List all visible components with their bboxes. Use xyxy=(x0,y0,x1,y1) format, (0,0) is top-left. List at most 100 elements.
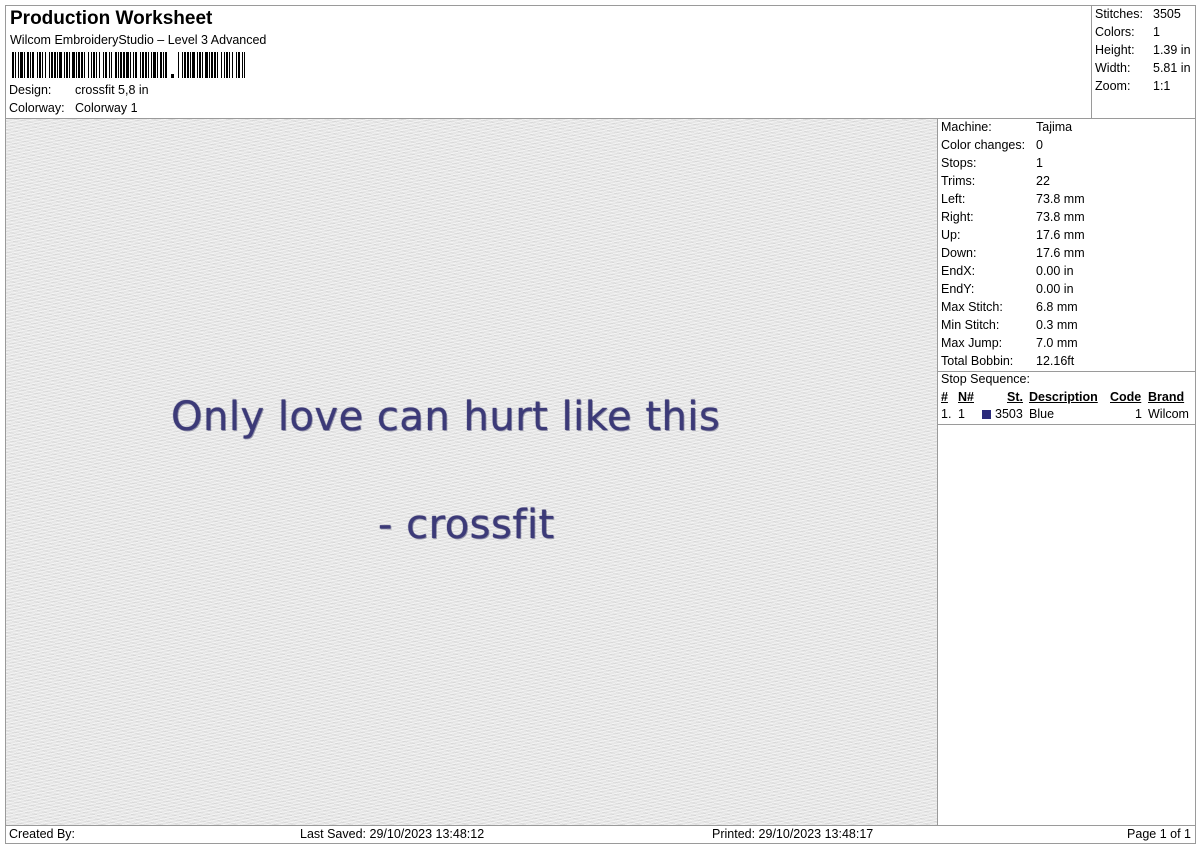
info-value: 0.00 in xyxy=(1036,282,1074,296)
info-label: Left: xyxy=(941,192,966,206)
design-preview-canvas: Only love can hurt like this - crossfit xyxy=(5,118,938,826)
colorway-label: Colorway: xyxy=(9,101,65,115)
barcode-bar xyxy=(76,52,77,78)
info-label: Right: xyxy=(941,210,974,224)
stat-label: Zoom: xyxy=(1095,79,1131,93)
barcode-bar xyxy=(130,52,131,78)
barcode-bar xyxy=(123,52,125,78)
info-row-machine: Machine: Tajima xyxy=(941,120,1072,134)
last-saved: Last Saved: 29/10/2023 13:48:12 xyxy=(300,827,485,841)
stat-value: 1 xyxy=(1153,25,1160,39)
stat-value: 3505 xyxy=(1153,7,1181,21)
design-text-line-1: Only love can hurt like this xyxy=(171,394,721,440)
barcode-bar xyxy=(91,52,92,78)
info-value: 17.6 mm xyxy=(1036,246,1085,260)
barcode-comma xyxy=(171,74,174,78)
column-header-index: # xyxy=(941,390,948,404)
barcode-bar xyxy=(30,52,31,78)
info-row-right: Right: 73.8 mm xyxy=(941,210,1085,224)
info-row-min-stitch: Min Stitch: 0.3 mm xyxy=(941,318,1078,332)
info-label: Min Stitch: xyxy=(941,318,1000,332)
barcode-bar xyxy=(51,52,53,78)
barcode-bar xyxy=(78,52,80,78)
info-value: 1 xyxy=(1036,156,1043,170)
column-header-stitches: St. xyxy=(1007,390,1023,404)
barcode-bar xyxy=(118,52,119,78)
barcode-bar xyxy=(32,52,34,78)
barcode-bar xyxy=(184,52,186,78)
barcode-bar xyxy=(232,52,233,78)
info-value: 73.8 mm xyxy=(1036,210,1085,224)
barcode-bar xyxy=(49,52,50,78)
info-label: EndY: xyxy=(941,282,975,296)
row-needle: 1 xyxy=(958,407,965,421)
stop-sequence-title: Stop Sequence: xyxy=(941,372,1030,386)
stat-value: 5.81 in xyxy=(1153,61,1191,75)
info-row-endx: EndX: 0.00 in xyxy=(941,264,1074,278)
stat-row-colors: Colors: 1 xyxy=(1095,25,1160,39)
barcode-bar xyxy=(72,52,75,78)
barcode-bar xyxy=(157,52,158,78)
barcode-bar xyxy=(105,52,107,78)
design-label: Design: xyxy=(9,83,52,97)
barcode-bar xyxy=(226,52,228,78)
barcode-bar xyxy=(42,52,43,78)
barcode-bar xyxy=(163,52,164,78)
column-header-code: Code xyxy=(1110,390,1142,404)
barcode-bar xyxy=(84,52,85,78)
barcode-bar xyxy=(133,52,134,78)
barcode-bar xyxy=(197,52,198,78)
row-index: 1. xyxy=(941,407,952,421)
barcode-bar xyxy=(202,52,203,78)
barcode-bar xyxy=(120,52,122,78)
info-label: Max Stitch: xyxy=(941,300,1003,314)
column-header-needle: N# xyxy=(958,390,974,404)
barcode-bar xyxy=(244,52,245,78)
barcode-bar xyxy=(12,52,14,78)
stat-row-width: Width: 5.81 in xyxy=(1095,61,1191,75)
barcode-bar xyxy=(151,52,152,78)
row-description: Blue xyxy=(1029,407,1055,421)
created-by: Created By: xyxy=(9,827,76,841)
barcode-bar xyxy=(20,52,23,78)
barcode-bar xyxy=(69,52,70,78)
barcode-bar xyxy=(148,52,149,78)
barcode-bar xyxy=(217,52,218,78)
design-text-line-2: - crossfit xyxy=(378,502,555,548)
barcode-bar xyxy=(39,52,41,78)
barcode-bar xyxy=(103,52,104,78)
info-value: 7.0 mm xyxy=(1036,336,1078,350)
barcode-bar xyxy=(221,52,222,78)
stat-label: Stitches: xyxy=(1095,7,1143,21)
barcode-bar xyxy=(142,52,144,78)
row-stitches: 3503 xyxy=(995,407,1023,421)
barcode-bar xyxy=(37,52,38,78)
info-value: 12.16ft xyxy=(1036,354,1075,368)
barcode-bar xyxy=(93,52,95,78)
design-value: crossfit 5,8 in xyxy=(75,83,149,97)
info-value: 0.00 in xyxy=(1036,264,1074,278)
barcode-bar xyxy=(190,52,191,78)
stat-row-zoom: Zoom: 1:1 xyxy=(1095,79,1170,93)
info-label: Up: xyxy=(941,228,961,242)
stat-label: Colors: xyxy=(1095,25,1135,39)
info-row-up: Up: 17.6 mm xyxy=(941,228,1085,242)
stat-value: 1.39 in xyxy=(1153,43,1191,57)
row-code: 1 xyxy=(1135,407,1142,421)
barcode-bar xyxy=(109,52,110,78)
barcode-bar xyxy=(145,52,147,78)
info-value: 73.8 mm xyxy=(1036,192,1085,206)
barcode-bar xyxy=(236,52,237,78)
barcode-bar xyxy=(199,52,201,78)
info-value: 6.8 mm xyxy=(1036,300,1078,314)
page-title: Production Worksheet xyxy=(10,8,213,29)
barcode-bar xyxy=(214,52,216,78)
divider xyxy=(938,424,1195,425)
barcode-bar xyxy=(45,52,46,78)
barcode-bar xyxy=(99,52,100,78)
barcode-bar xyxy=(111,52,112,78)
barcode-bar xyxy=(81,52,83,78)
info-label: Trims: xyxy=(941,174,976,188)
barcode-bar xyxy=(242,52,243,78)
barcode-bar xyxy=(140,52,141,78)
